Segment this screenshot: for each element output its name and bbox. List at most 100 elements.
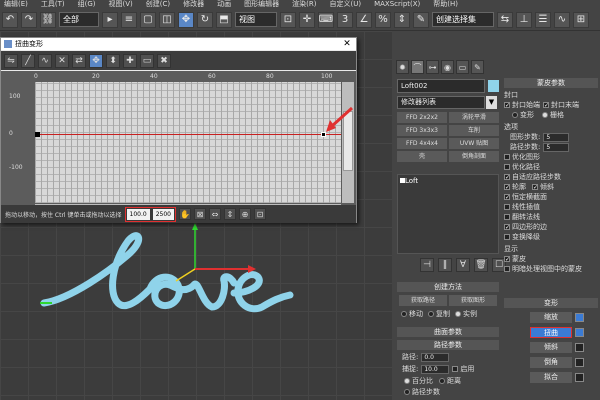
undo-icon[interactable]: ↶ bbox=[2, 11, 18, 28]
scale-icon[interactable]: ⬒ bbox=[216, 11, 232, 28]
close-icon[interactable]: ✕ bbox=[342, 39, 352, 49]
spinner-snap-icon[interactable]: ⇕ bbox=[394, 11, 410, 28]
display-tab-icon[interactable]: ▭ bbox=[456, 60, 469, 74]
fit-deform-button[interactable]: 拟合 bbox=[530, 372, 572, 383]
layers-icon[interactable]: ☰ bbox=[535, 11, 551, 28]
rollout-title[interactable]: 变形 bbox=[504, 298, 598, 308]
menu-modifiers[interactable]: 修改器 bbox=[179, 0, 213, 9]
utilities-tab-icon[interactable]: ✎ bbox=[471, 60, 484, 74]
menu-help[interactable]: 帮助(H) bbox=[429, 0, 467, 9]
mod-lathe-button[interactable]: 车削 bbox=[449, 125, 499, 136]
banking-checkbox[interactable]: ✓ 倾斜 bbox=[532, 182, 554, 192]
percent-snap-icon[interactable]: % bbox=[375, 11, 391, 28]
distance-radio[interactable]: 距离 bbox=[439, 376, 461, 386]
x-value-field[interactable]: 100.0 bbox=[126, 208, 150, 220]
rect-select-icon[interactable]: ▢ bbox=[140, 11, 156, 28]
motion-tab-icon[interactable]: ◉ bbox=[441, 60, 454, 74]
quad-sides-checkbox[interactable]: ✓ 四边形的边 bbox=[504, 222, 598, 232]
y-value-field[interactable]: 2500 bbox=[152, 208, 174, 220]
zoom-region-icon[interactable]: ⊡ bbox=[253, 208, 266, 220]
swap-curves-icon[interactable]: ⇄ bbox=[72, 53, 86, 68]
angle-snap-icon[interactable]: ∠ bbox=[356, 11, 372, 28]
get-shape-button[interactable]: 获取图形 bbox=[449, 295, 497, 306]
window-crossing-icon[interactable]: ◫ bbox=[159, 11, 175, 28]
path-value-field[interactable]: 0.0 bbox=[421, 352, 450, 362]
menu-create[interactable]: 创建(C) bbox=[142, 0, 179, 9]
end-control-point[interactable] bbox=[321, 132, 326, 137]
manipulate-icon[interactable]: ✛ bbox=[299, 11, 315, 28]
named-selection-dropdown[interactable]: 创建选择集 bbox=[432, 12, 494, 27]
menu-animation[interactable]: 动画 bbox=[213, 0, 240, 9]
get-path-button[interactable]: 获取路径 bbox=[399, 295, 447, 306]
path-params-rollout[interactable]: 路径参数 bbox=[397, 340, 499, 350]
make-unique-icon[interactable]: ∀ bbox=[456, 258, 470, 272]
redo-icon[interactable]: ↷ bbox=[21, 11, 37, 28]
bevel-deform-button[interactable]: 倒角 bbox=[530, 357, 572, 368]
schematic-icon[interactable]: ⊞ bbox=[573, 11, 589, 28]
reference-coord-dropdown[interactable]: 视图 bbox=[235, 12, 277, 27]
menu-group[interactable]: 组(G) bbox=[74, 0, 105, 9]
zoom-horizontal-icon[interactable]: ⇔ bbox=[208, 208, 221, 220]
adaptive-path-checkbox[interactable]: ✓ 自适应路径步数 bbox=[504, 172, 598, 182]
cap-end-checkbox[interactable]: ✓ 封口末端 bbox=[543, 100, 579, 110]
contour-checkbox[interactable]: ✓ 轮廓 bbox=[504, 182, 526, 192]
make-symmetrical-icon[interactable]: ⇋ bbox=[4, 53, 18, 68]
constant-cross-checkbox[interactable]: ✓ 恒定横截面 bbox=[504, 192, 598, 202]
pin-stack-icon[interactable]: ⊣ bbox=[420, 258, 434, 272]
create-tab-icon[interactable]: ✹ bbox=[396, 60, 409, 74]
menu-rendering[interactable]: 渲染(R) bbox=[288, 0, 325, 9]
zoom-icon[interactable]: ⊕ bbox=[238, 208, 251, 220]
rollout-title[interactable]: 蒙皮参数 bbox=[504, 78, 598, 88]
twist-deform-button[interactable]: 扭曲 bbox=[530, 327, 572, 338]
object-color-swatch[interactable] bbox=[488, 80, 499, 92]
align-icon[interactable]: ⊥ bbox=[516, 11, 532, 28]
rollout-title[interactable]: 创建方法 bbox=[397, 282, 499, 292]
instance-radio[interactable]: 实例 bbox=[455, 309, 477, 319]
stack-item-loft[interactable]: Loft bbox=[399, 176, 497, 186]
copy-radio[interactable]: 复制 bbox=[428, 309, 450, 319]
bevel-toggle-icon[interactable] bbox=[575, 358, 584, 367]
modify-tab-icon[interactable]: ⌒ bbox=[411, 60, 424, 74]
mod-uvw-map-button[interactable]: UVW 贴图 bbox=[449, 138, 499, 149]
menu-tools[interactable]: 工具(T) bbox=[37, 0, 74, 9]
enable-checkbox[interactable]: 启用 bbox=[452, 364, 474, 374]
transform-degrade-checkbox[interactable]: 变换降级 bbox=[504, 232, 598, 242]
percent-radio[interactable]: 百分比 bbox=[404, 376, 433, 386]
rotate-icon[interactable]: ↻ bbox=[197, 11, 213, 28]
menu-views[interactable]: 视图(V) bbox=[105, 0, 142, 9]
scale-control-point-icon[interactable]: ⬍ bbox=[106, 53, 120, 68]
cap-start-checkbox[interactable]: ✓ 封口始端 bbox=[504, 100, 540, 110]
modifier-list-dropdown[interactable]: 修改器列表 bbox=[397, 96, 485, 109]
select-by-name-icon[interactable]: ≡ bbox=[121, 11, 137, 28]
scale-deform-button[interactable]: 缩放 bbox=[530, 312, 572, 323]
fit-toggle-icon[interactable] bbox=[575, 373, 584, 382]
surface-params-rollout[interactable]: 曲面参数 bbox=[397, 327, 499, 337]
keyboard-shortcut-icon[interactable]: ⌨ bbox=[318, 11, 334, 28]
select-object-icon[interactable]: ▸ bbox=[102, 11, 118, 28]
mod-ffd444-button[interactable]: FFD 4x4x4 bbox=[397, 138, 447, 149]
menu-graph-editors[interactable]: 图形编辑器 bbox=[240, 0, 288, 9]
move-icon[interactable]: ✥ bbox=[178, 11, 194, 28]
hierarchy-tab-icon[interactable]: ⊶ bbox=[426, 60, 439, 74]
delete-control-point-icon[interactable]: ▭ bbox=[140, 53, 154, 68]
display-y-icon[interactable]: ∿ bbox=[38, 53, 52, 68]
snap-value-field[interactable]: 10.0 bbox=[421, 364, 450, 374]
scrollbar-thumb[interactable] bbox=[343, 111, 353, 171]
zoom-extents-icon[interactable]: ⊠ bbox=[193, 208, 206, 220]
pivot-icon[interactable]: ⊡ bbox=[280, 11, 296, 28]
menu-edit[interactable]: 编辑(E) bbox=[0, 0, 37, 9]
path-steps-radio[interactable]: 路径步数 bbox=[404, 387, 440, 397]
reset-curve-icon[interactable]: ✖ bbox=[157, 53, 171, 68]
optimize-shapes-checkbox[interactable]: 优化图形 bbox=[504, 152, 598, 162]
pan-icon[interactable]: ✋ bbox=[178, 208, 191, 220]
flip-normals-checkbox[interactable]: 翻转法线 bbox=[504, 212, 598, 222]
shape-steps-field[interactable]: 5 bbox=[543, 132, 570, 142]
edit-named-sel-icon[interactable]: ✎ bbox=[413, 11, 429, 28]
mod-shell-button[interactable]: 壳 bbox=[397, 151, 447, 162]
modifier-stack[interactable] bbox=[397, 174, 499, 254]
start-control-point[interactable] bbox=[35, 132, 40, 137]
display-x-icon[interactable]: ╱ bbox=[21, 53, 35, 68]
skin-checkbox[interactable]: ✓ 蒙皮 bbox=[504, 254, 598, 264]
display-xy-icon[interactable]: ✕ bbox=[55, 53, 69, 68]
teeter-toggle-icon[interactable] bbox=[575, 343, 584, 352]
